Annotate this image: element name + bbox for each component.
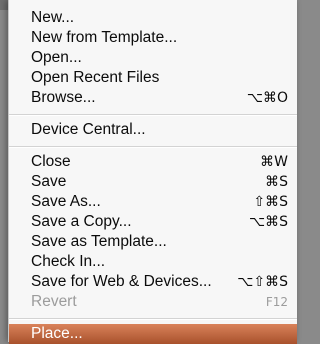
menu-item-shortcut: ⌘W [260,154,288,170]
menu-item-new-from-template[interactable]: New from Template... [9,28,297,48]
menu-item-label: Save a Copy... [31,213,132,230]
menu-separator [9,146,297,148]
menu-item-shortcut: ⌘S [265,174,288,190]
menu-item-label: Save as Template... [31,233,167,250]
menu-item-label: Save As... [31,193,101,210]
file-menu: New... New from Template... Open... Open… [8,0,297,344]
menu-item-shortcut: ⇧⌘S [253,194,288,210]
menu-separator [9,318,297,320]
menu-item-label: New from Template... [31,29,178,46]
menu-item-new[interactable]: New... [9,8,297,28]
menu-item-label: Save [31,173,67,190]
menu-item-close[interactable]: Close ⌘W [9,152,297,172]
menu-item-shortcut: ⌥⌘O [246,90,288,106]
menu-item-label: Revert [31,293,77,310]
menu-item-save-as-template[interactable]: Save as Template... [9,232,297,252]
menu-item-save-for-web-devices[interactable]: Save for Web & Devices... ⌥⇧⌘S [9,272,297,292]
menu-item-label: Open... [31,49,82,66]
menu-item-check-in[interactable]: Check In... [9,252,297,272]
menu-item-label: Close [31,153,71,170]
menu-item-shortcut: ⌥⌘S [248,214,288,230]
menu-item-label: Check In... [31,253,106,270]
menu-item-shortcut: ⌥⇧⌘S [237,274,288,290]
menu-item-label: Open Recent Files [31,69,160,86]
menu-item-save-a-copy[interactable]: Save a Copy... ⌥⌘S [9,212,297,232]
menu-item-label: Device Central... [31,121,146,138]
menu-item-save[interactable]: Save ⌘S [9,172,297,192]
menu-item-label: New... [31,9,75,26]
menu-item-browse[interactable]: Browse... ⌥⌘O [9,88,297,108]
menu-item-revert: Revert F12 [9,292,297,312]
menu-item-label: Browse... [31,89,96,106]
menu-item-open-recent-files[interactable]: Open Recent Files [9,68,297,88]
menu-item-label: Place... [31,325,83,342]
menu-item-open[interactable]: Open... [9,48,297,68]
menu-item-label: Save for Web & Devices... [31,273,212,290]
menu-item-save-as[interactable]: Save As... ⇧⌘S [9,192,297,212]
menu-item-device-central[interactable]: Device Central... [9,120,297,140]
menu-item-place[interactable]: Place... [9,324,297,344]
menu-item-shortcut: F12 [265,295,288,309]
menu-separator [9,114,297,116]
